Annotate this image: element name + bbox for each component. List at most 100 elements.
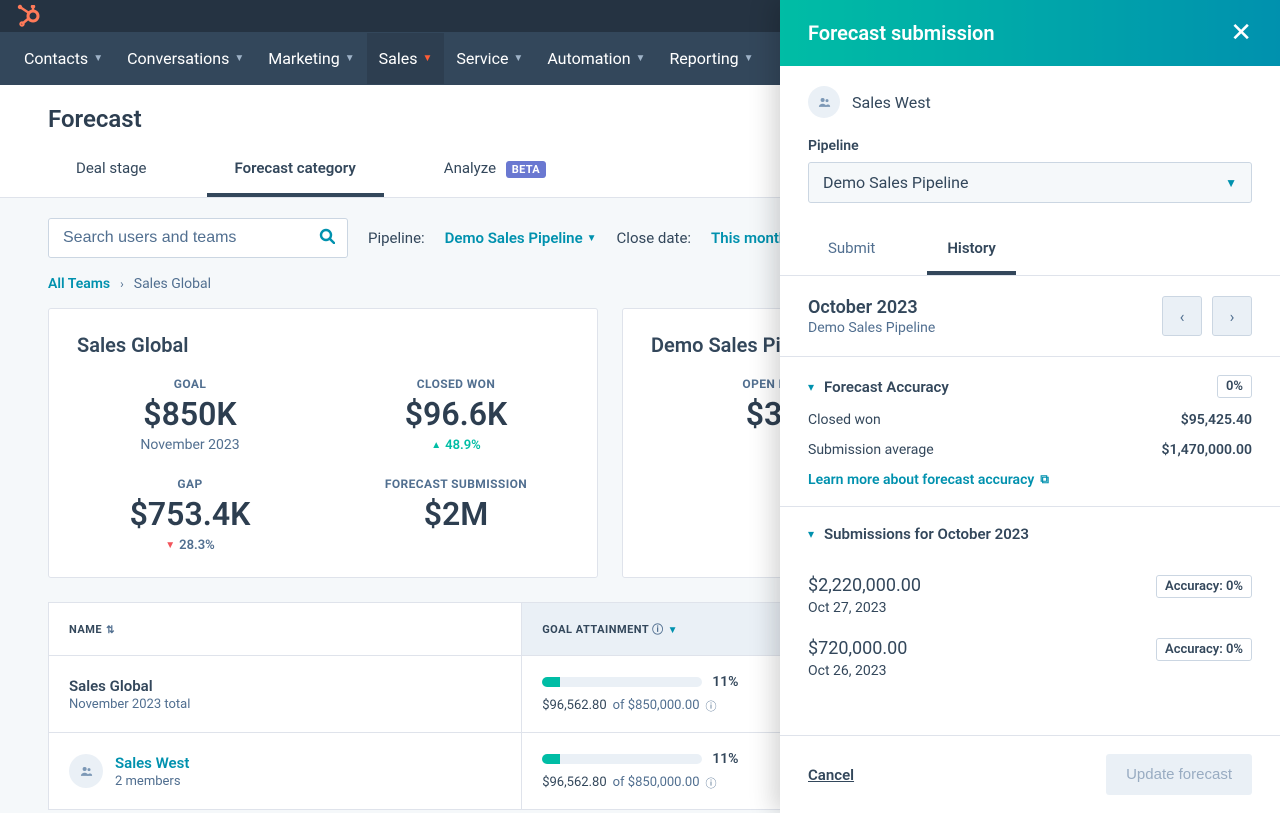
chevron-down-icon: ▼: [234, 53, 244, 64]
metric-value: $96.6K: [343, 395, 569, 433]
nav-automation[interactable]: Automation▼: [535, 33, 657, 84]
submission-date: Oct 26, 2023: [808, 663, 907, 679]
card-title: Sales Global: [77, 333, 569, 357]
chevron-down-icon: ▼: [636, 53, 646, 64]
submission-item: $720,000.00 Oct 26, 2023 Accuracy: 0%: [808, 638, 1252, 679]
sort-down-icon: ▼: [668, 625, 678, 636]
nav-contacts[interactable]: Contacts▼: [12, 33, 115, 84]
search-input[interactable]: [61, 228, 319, 248]
metric-value: $850K: [77, 395, 303, 433]
progress-pct: 11%: [712, 751, 738, 767]
metric-value: $2M: [343, 495, 569, 533]
tab-analyze[interactable]: Analyze BETA: [416, 141, 574, 197]
close-date-filter-label: Close date:: [617, 229, 692, 247]
pipeline-select[interactable]: Demo Sales Pipeline ▼: [808, 162, 1252, 203]
metric-closed-won: CLOSED WON $96.6K ▲48.9%: [343, 377, 569, 453]
team-avatar-icon: [69, 754, 103, 788]
chevron-right-icon: ›: [1230, 307, 1235, 326]
info-icon: ⓘ: [652, 623, 664, 636]
triangle-down-icon: ▼: [165, 540, 175, 551]
row-title-link[interactable]: Sales West: [115, 754, 189, 772]
chevron-down-icon[interactable]: ▾: [808, 380, 814, 394]
pipeline-filter-value[interactable]: Demo Sales Pipeline▼: [445, 229, 597, 247]
month-selector: October 2023 Demo Sales Pipeline ‹ ›: [780, 276, 1280, 357]
delta-up: ▲48.9%: [431, 438, 480, 453]
submission-amount: $720,000.00: [808, 638, 907, 659]
metric-label: GOAL: [77, 377, 303, 391]
hubspot-logo-icon: [16, 4, 40, 28]
nav-service[interactable]: Service▼: [444, 33, 535, 84]
closed-won-label: Closed won: [808, 412, 881, 428]
submission-amount: $2,220,000.00: [808, 575, 921, 596]
update-forecast-button[interactable]: Update forecast: [1106, 754, 1252, 795]
accuracy-title: Forecast Accuracy: [824, 378, 949, 396]
submission-date: Oct 27, 2023: [808, 600, 921, 616]
breadcrumb-root[interactable]: All Teams: [48, 276, 110, 292]
info-icon: ⓘ: [706, 698, 717, 714]
breadcrumb-current: Sales Global: [134, 276, 211, 292]
prev-month-button[interactable]: ‹: [1162, 296, 1202, 336]
triangle-up-icon: ▲: [431, 440, 441, 451]
submission-accuracy-pill: Accuracy: 0%: [1156, 575, 1252, 598]
next-month-button[interactable]: ›: [1212, 296, 1252, 336]
tab-analyze-label: Analyze: [444, 159, 496, 177]
delta-down: ▼28.3%: [165, 538, 214, 553]
metric-goal: GOAL $850K November 2023: [77, 377, 303, 453]
team-avatar-icon: [808, 86, 840, 118]
metric-sub: November 2023: [77, 437, 303, 453]
goal-value: of $850,000.00: [613, 775, 700, 791]
beta-badge: BETA: [506, 161, 546, 178]
row-subtitle: 2 members: [115, 774, 189, 789]
progress-bar: [542, 754, 702, 764]
metric-value: $753.4K: [77, 495, 303, 533]
panel-footer: Cancel Update forecast: [780, 735, 1280, 813]
search-box[interactable]: [48, 218, 348, 258]
chevron-down-icon: ▼: [345, 53, 355, 64]
attained-value: $96,562.80: [542, 698, 606, 714]
closed-won-value: $95,425.40: [1181, 412, 1252, 428]
progress-bar: [542, 677, 702, 687]
metric-label: FORECAST SUBMISSION: [343, 477, 569, 491]
info-icon: ⓘ: [706, 775, 717, 791]
cancel-button[interactable]: Cancel: [808, 766, 854, 784]
panel-tab-history[interactable]: History: [927, 239, 1016, 275]
submissions-title: Submissions for October 2023: [824, 525, 1029, 543]
nav-reporting[interactable]: Reporting▼: [657, 33, 765, 84]
row-subtitle: November 2023 total: [69, 697, 501, 712]
metric-forecast-submission: FORECAST SUBMISSION $2M: [343, 477, 569, 553]
forecast-submission-panel: Forecast submission ✕ Sales West Pipelin…: [780, 0, 1280, 813]
chevron-down-icon: ▼: [93, 53, 103, 64]
row-title: Sales Global: [69, 677, 501, 695]
panel-title: Forecast submission: [808, 21, 995, 45]
external-link-icon: ⧉: [1040, 472, 1049, 488]
submissions-section: ▾ Submissions for October 2023: [780, 507, 1280, 549]
team-name: Sales West: [852, 93, 931, 112]
panel-tab-submit[interactable]: Submit: [808, 239, 895, 275]
chevron-down-icon: ▼: [513, 53, 523, 64]
col-name[interactable]: NAME⇅: [49, 603, 522, 656]
submission-avg-value: $1,470,000.00: [1161, 442, 1252, 458]
tab-deal-stage[interactable]: Deal stage: [48, 141, 175, 197]
sales-global-card: Sales Global GOAL $850K November 2023 CL…: [48, 308, 598, 578]
close-icon[interactable]: ✕: [1230, 20, 1252, 46]
chevron-down-icon[interactable]: ▾: [808, 527, 814, 541]
forecast-accuracy-section: ▾ Forecast Accuracy 0% Closed won $95,425…: [780, 357, 1280, 507]
panel-header: Forecast submission ✕: [780, 0, 1280, 66]
accuracy-pill: 0%: [1217, 375, 1252, 398]
goal-value: of $850,000.00: [613, 698, 700, 714]
nav-marketing[interactable]: Marketing▼: [256, 33, 366, 84]
sort-icon: ⇅: [106, 625, 115, 636]
panel-tabs: Submit History: [780, 223, 1280, 276]
chevron-down-icon: ▼: [422, 53, 432, 64]
learn-more-link[interactable]: Learn more about forecast accuracy⧉: [808, 472, 1049, 488]
tab-forecast-category[interactable]: Forecast category: [207, 141, 384, 197]
month-title: October 2023: [808, 297, 935, 318]
select-value: Demo Sales Pipeline: [823, 173, 968, 192]
submission-accuracy-pill: Accuracy: 0%: [1156, 638, 1252, 661]
chevron-down-icon: ▼: [744, 53, 754, 64]
pipeline-field-label: Pipeline: [808, 138, 1252, 154]
nav-sales[interactable]: Sales▼: [367, 33, 445, 84]
submission-item: $2,220,000.00 Oct 27, 2023 Accuracy: 0%: [808, 575, 1252, 616]
nav-conversations[interactable]: Conversations▼: [115, 33, 256, 84]
chevron-left-icon: ‹: [1180, 307, 1185, 326]
